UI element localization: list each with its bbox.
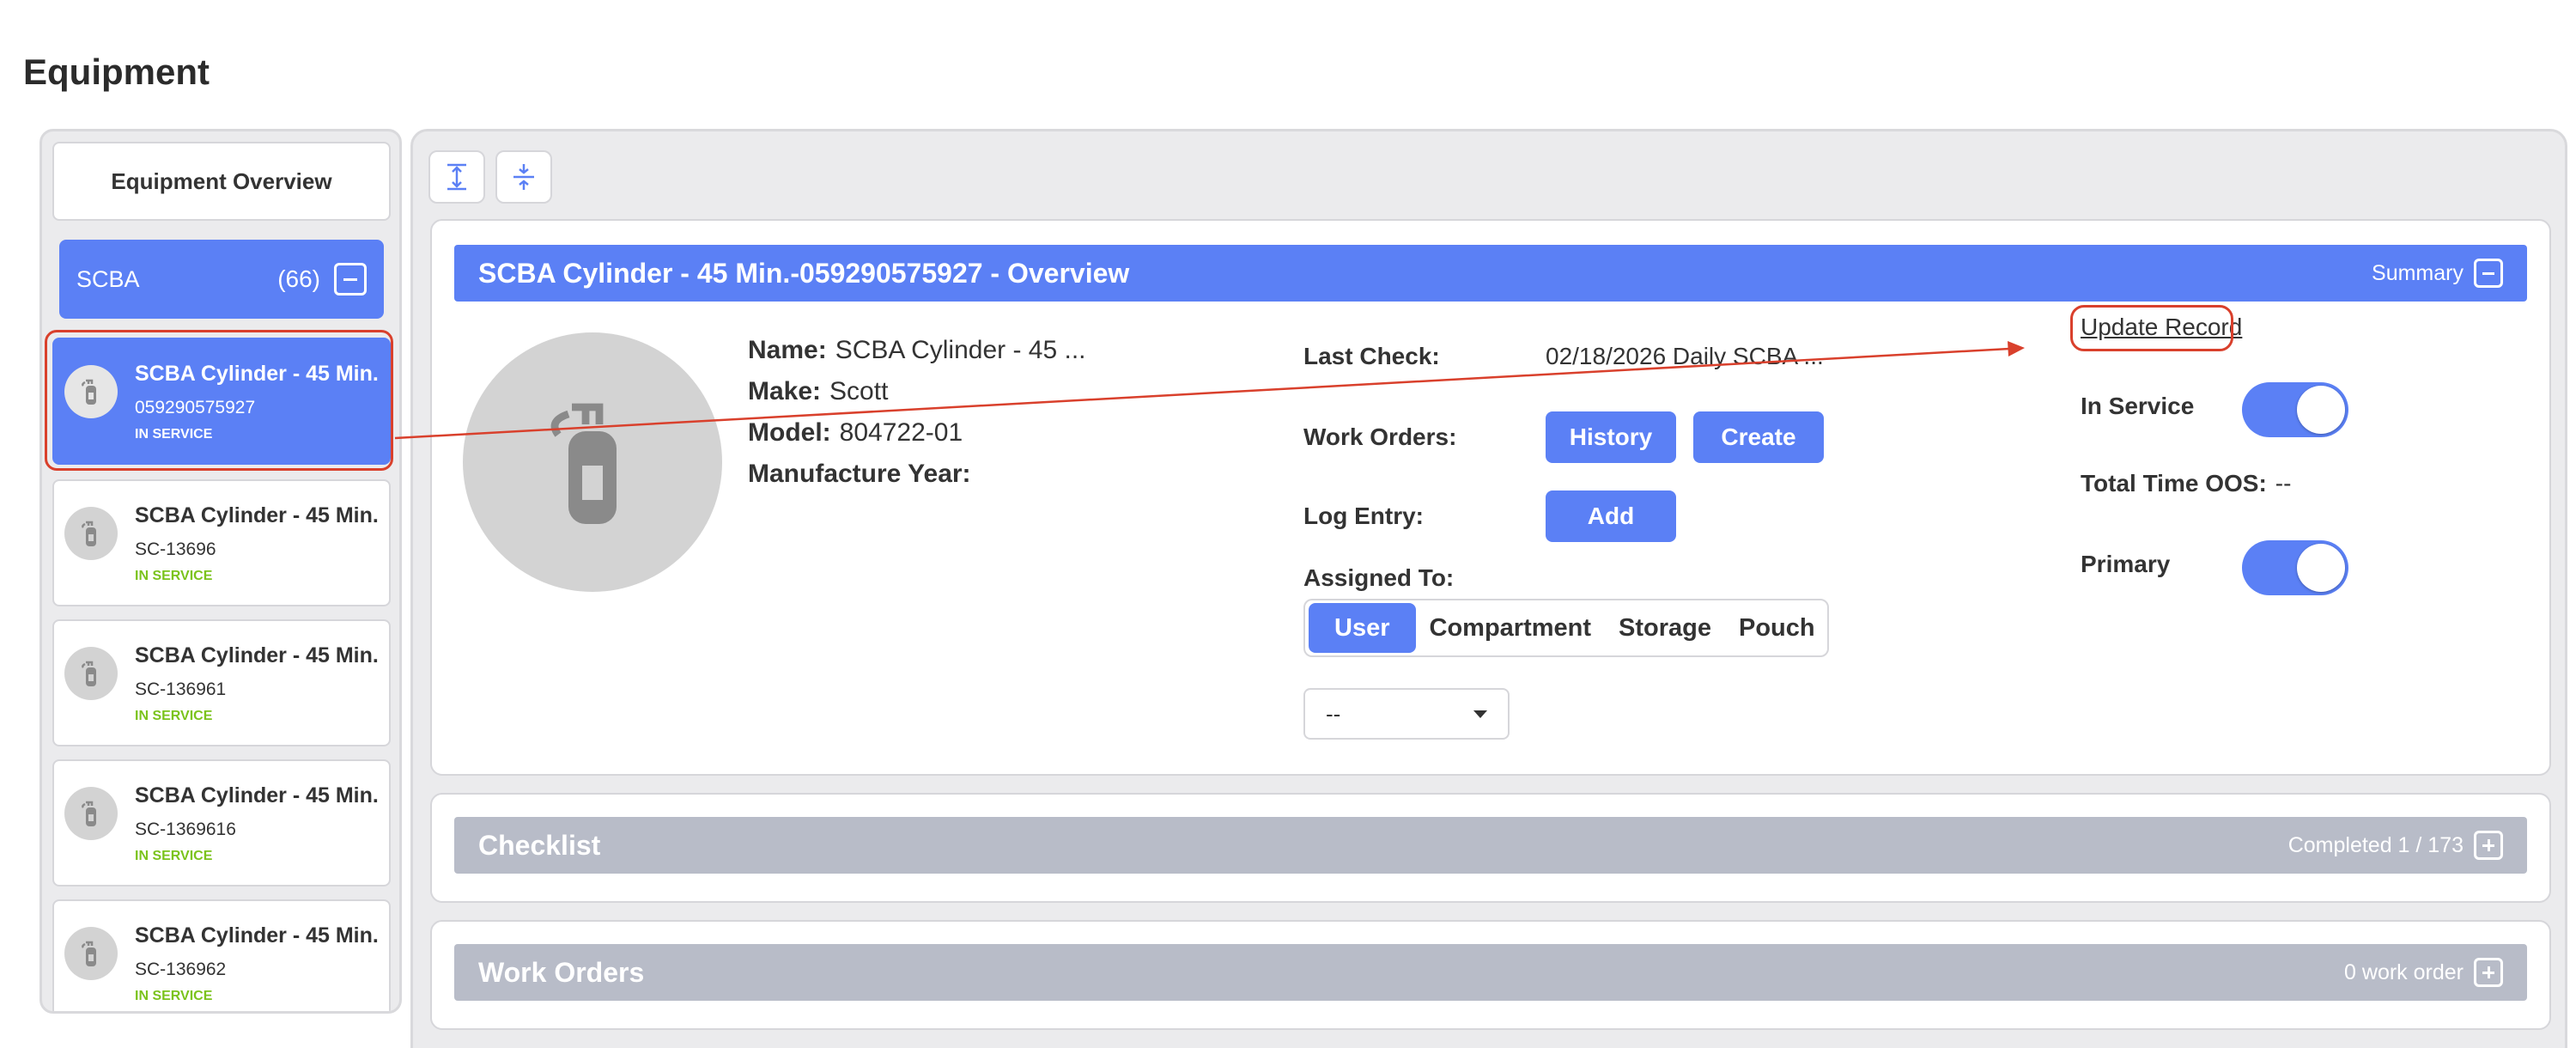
work-orders-label: Work Orders:: [1303, 423, 1457, 450]
work-orders-title: Work Orders: [478, 956, 645, 988]
equipment-title: SCBA Cylinder - 45 Min.: [135, 923, 379, 947]
assignee-select-value: --: [1326, 700, 1341, 727]
make-value: Scott: [829, 377, 889, 405]
checklist-expand[interactable]: Completed 1 / 173: [2288, 831, 2503, 860]
history-button[interactable]: History: [1546, 411, 1676, 463]
equipment-title: SCBA Cylinder - 45 Min.: [135, 503, 379, 527]
selection-annotation: [45, 330, 393, 471]
main-panel: SCBA Cylinder - 45 Min.-059290575927 - O…: [410, 129, 2567, 1048]
fire-extinguisher-icon: [550, 403, 617, 524]
assignee-select[interactable]: --: [1303, 688, 1510, 740]
group-name: SCBA: [76, 265, 140, 292]
last-check-label: Last Check:: [1303, 343, 1440, 369]
status-badge: IN SERVICE: [135, 989, 213, 1003]
minus-square-icon[interactable]: [2474, 259, 2503, 288]
make-label: Make:: [748, 377, 822, 405]
status-badge: IN SERVICE: [135, 849, 213, 863]
assign-option-user[interactable]: User: [1309, 603, 1416, 653]
status-badge: IN SERVICE: [135, 569, 213, 583]
create-button[interactable]: Create: [1693, 411, 1824, 463]
equipment-serial: SC-1369616: [135, 820, 236, 839]
status-badge: IN SERVICE: [135, 709, 213, 723]
checklist-section: Checklist Completed 1 / 173: [430, 793, 2551, 903]
model-row: Model: 804722-01: [748, 418, 963, 448]
equipment-list-item[interactable]: SCBA Cylinder - 45 Min. SC-136961 IN SER…: [52, 619, 391, 746]
page-title: Equipment: [23, 52, 210, 92]
checklist-progress: Completed 1 / 173: [2287, 832, 2464, 857]
equipment-sidebar: Equipment Overview SCBA (66) SCBA Cylind…: [39, 129, 402, 1014]
checklist-title: Checklist: [478, 829, 601, 861]
name-label: Name:: [748, 336, 827, 364]
assign-option-compartment[interactable]: Compartment: [1416, 603, 1606, 653]
plus-square-icon[interactable]: [2474, 958, 2503, 987]
make-row: Make: Scott: [748, 377, 888, 406]
expand-all-icon: [447, 163, 466, 191]
in-service-toggle[interactable]: [2242, 382, 2348, 437]
work-orders-section: Work Orders 0 work order: [430, 920, 2551, 1030]
summary-toggle[interactable]: Summary: [2372, 259, 2503, 288]
total-oos-row: Total Time OOS: --: [2081, 470, 2291, 497]
work-orders-header[interactable]: Work Orders 0 work order: [454, 944, 2527, 1001]
name-row: Name: SCBA Cylinder - 45 ...: [748, 336, 1086, 365]
year-row: Manufacture Year:: [748, 460, 980, 489]
model-value: 804722-01: [839, 418, 963, 447]
fire-extinguisher-icon: [64, 647, 118, 700]
last-check-value: 02/18/2026 Daily SCBA ...: [1546, 343, 1824, 369]
fire-extinguisher-icon: [64, 507, 118, 560]
checklist-header[interactable]: Checklist Completed 1 / 173: [454, 817, 2527, 874]
equipment-serial: SC-13696: [135, 539, 216, 559]
assign-option-storage[interactable]: Storage: [1605, 603, 1725, 653]
year-label: Manufacture Year:: [748, 460, 971, 488]
model-label: Model:: [748, 418, 831, 447]
equipment-list-item[interactable]: SCBA Cylinder - 45 Min. SC-136962 IN SER…: [52, 899, 391, 1011]
update-record-annotation: [2070, 305, 2233, 351]
group-header-scba[interactable]: SCBA (66): [59, 240, 384, 319]
primary-label: Primary: [2081, 551, 2171, 577]
equipment-overview-button[interactable]: Equipment Overview: [52, 142, 391, 221]
log-entry-label: Log Entry:: [1303, 503, 1424, 529]
group-count: (66): [277, 265, 320, 292]
assign-type-selector: User Compartment Storage Pouch: [1303, 599, 1829, 657]
total-oos-value: --: [2275, 470, 2292, 497]
caret-down-icon: [1473, 710, 1487, 718]
equipment-image: [463, 332, 722, 592]
assigned-to-label: Assigned To:: [1303, 564, 1455, 591]
overview-title: SCBA Cylinder - 45 Min.-059290575927 - O…: [478, 257, 1130, 289]
expand-all-button[interactable]: [428, 150, 485, 204]
equipment-title: SCBA Cylinder - 45 Min.: [135, 783, 379, 807]
in-service-label: In Service: [2081, 393, 2195, 419]
overview-section: SCBA Cylinder - 45 Min.-059290575927 - O…: [430, 219, 2551, 776]
plus-square-icon[interactable]: [2474, 831, 2503, 860]
equipment-title: SCBA Cylinder - 45 Min.: [135, 643, 379, 667]
name-value: SCBA Cylinder - 45 ...: [835, 336, 1086, 364]
work-orders-expand[interactable]: 0 work order: [2344, 958, 2503, 987]
collapse-all-button[interactable]: [495, 150, 552, 204]
add-log-button[interactable]: Add: [1546, 490, 1676, 542]
equipment-serial: SC-136961: [135, 679, 227, 699]
equipment-list-item[interactable]: SCBA Cylinder - 45 Min. SC-13696 IN SERV…: [52, 479, 391, 606]
work-orders-count: 0 work order: [2344, 960, 2464, 984]
fire-extinguisher-icon: [64, 787, 118, 840]
summary-label: Summary: [2372, 260, 2464, 285]
primary-toggle[interactable]: [2242, 540, 2348, 595]
total-oos-label: Total Time OOS:: [2081, 470, 2267, 497]
overview-header[interactable]: SCBA Cylinder - 45 Min.-059290575927 - O…: [454, 245, 2527, 302]
assign-option-pouch[interactable]: Pouch: [1725, 603, 1829, 653]
collapse-group-icon[interactable]: [334, 263, 367, 296]
collapse-all-icon: [513, 164, 534, 190]
equipment-list-item[interactable]: SCBA Cylinder - 45 Min. SC-1369616 IN SE…: [52, 759, 391, 887]
fire-extinguisher-icon: [64, 927, 118, 980]
equipment-serial: SC-136962: [135, 960, 227, 979]
